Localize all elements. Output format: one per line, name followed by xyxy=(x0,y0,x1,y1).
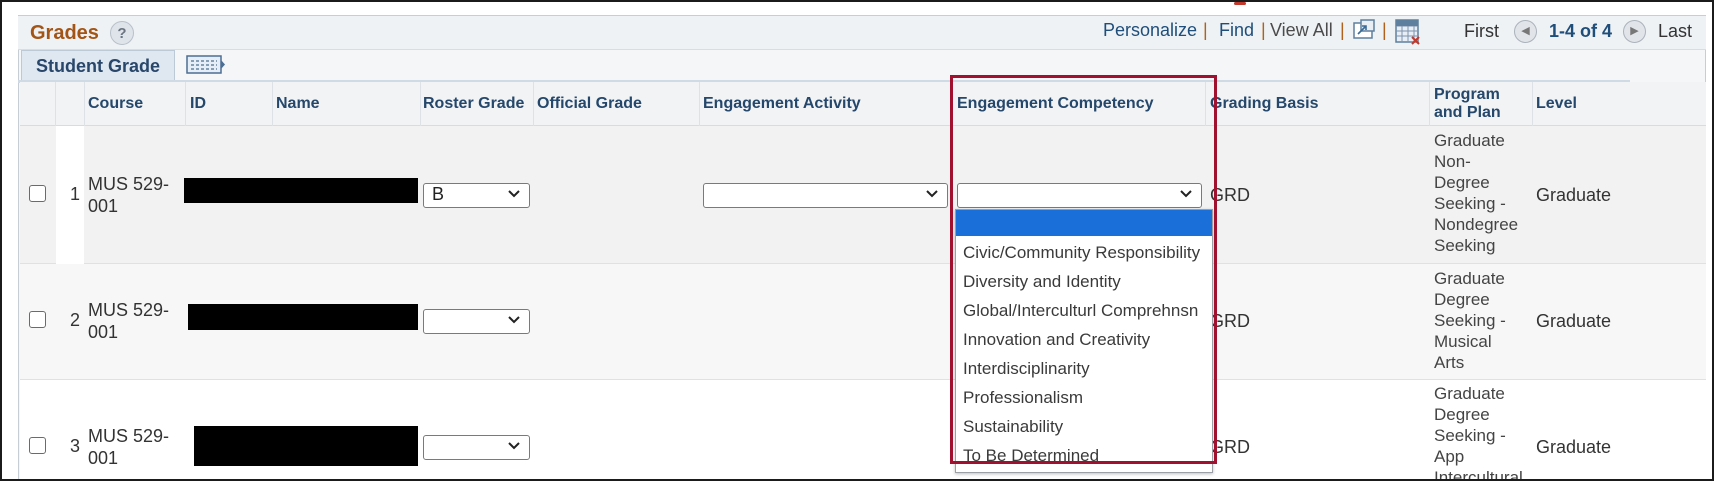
program-plan-cell: Graduate Degree Seeking - App Intercultu… xyxy=(1434,384,1523,481)
row-select-checkbox[interactable] xyxy=(29,185,46,202)
level-cell: Graduate xyxy=(1536,311,1612,331)
row-number: 1 xyxy=(70,184,81,204)
chevron-down-icon xyxy=(508,190,520,198)
row-select-checkbox[interactable] xyxy=(29,437,46,454)
row-count: 1-4 of 4 xyxy=(1549,21,1613,41)
column-header-roster-grade[interactable]: Roster Grade xyxy=(423,95,524,113)
column-header-grading-basis[interactable]: Grading Basis xyxy=(1210,95,1318,113)
roster-grade-value: B xyxy=(432,184,445,204)
toolbar-separator: | xyxy=(1261,20,1266,40)
course-cell: MUS 529- 001 xyxy=(88,426,170,468)
toolbar-separator: | xyxy=(1340,20,1345,40)
engagement-activity-select[interactable] xyxy=(703,183,948,208)
dropdown-option[interactable]: Sustainability xyxy=(963,417,1063,437)
grid-title: Grades xyxy=(30,22,99,44)
column-header-official-grade[interactable]: Official Grade xyxy=(537,95,642,113)
column-header-engagement-activity[interactable]: Engagement Activity xyxy=(703,95,861,113)
course-cell: MUS 529- 001 xyxy=(88,300,170,342)
row-number: 2 xyxy=(70,310,81,330)
column-header-course[interactable]: Course xyxy=(88,95,143,113)
dropdown-option[interactable]: To Be Determined xyxy=(963,446,1099,466)
tab-student-grade[interactable]: Student Grade xyxy=(21,50,175,81)
roster-grade-select[interactable] xyxy=(423,435,530,460)
dropdown-option-blank[interactable] xyxy=(956,210,1212,236)
chevron-down-icon xyxy=(926,190,938,198)
column-header-engagement-competency[interactable]: Engagement Competency xyxy=(957,95,1153,113)
redacted-id-name xyxy=(188,304,418,330)
redacted-id-name xyxy=(184,178,418,203)
roster-grade-select[interactable]: B xyxy=(423,183,530,208)
course-cell: MUS 529- 001 xyxy=(88,174,170,216)
chevron-down-icon xyxy=(1180,190,1192,198)
view-all-link[interactable]: View All xyxy=(1270,20,1333,41)
roster-grade-select[interactable] xyxy=(423,309,530,334)
column-header-program-plan[interactable]: Program and Plan xyxy=(1434,86,1501,122)
top-edge xyxy=(2,2,1712,12)
dropdown-option[interactable]: Innovation and Creativity xyxy=(963,330,1150,350)
column-header-level[interactable]: Level xyxy=(1536,95,1577,113)
chevron-down-icon xyxy=(508,442,520,450)
level-cell: Graduate xyxy=(1536,185,1612,205)
dropdown-option[interactable]: Interdisciplinarity xyxy=(963,359,1090,379)
engagement-competency-dropdown-list: Civic/Community Responsibility Diversity… xyxy=(955,209,1213,473)
row-number: 3 xyxy=(70,436,81,456)
dropdown-option[interactable]: Civic/Community Responsibility xyxy=(963,243,1200,263)
find-link[interactable]: Find xyxy=(1219,20,1254,41)
red-mark xyxy=(1234,2,1246,5)
toolbar-separator: | xyxy=(1203,20,1208,40)
chevron-down-icon xyxy=(508,316,520,324)
previous-arrow-icon[interactable]: ◀ xyxy=(1514,20,1537,43)
personalize-link[interactable]: Personalize xyxy=(1103,20,1197,41)
row-select-checkbox[interactable] xyxy=(29,311,46,328)
column-header-id[interactable]: ID xyxy=(190,95,206,113)
download-grid-icon[interactable] xyxy=(1395,19,1421,50)
grading-basis-cell: GRD xyxy=(1210,437,1250,457)
program-plan-cell: Graduate Non- Degree Seeking - Nondegree… xyxy=(1434,131,1519,255)
next-arrow-icon[interactable]: ▶ xyxy=(1623,20,1646,43)
column-header-name[interactable]: Name xyxy=(276,95,320,113)
last-link[interactable]: Last xyxy=(1658,21,1692,42)
dropdown-option[interactable]: Diversity and Identity xyxy=(963,272,1121,292)
level-cell: Graduate xyxy=(1536,437,1612,457)
toolbar-separator: | xyxy=(1382,20,1387,40)
program-plan-cell: Graduate Degree Seeking - Musical Arts xyxy=(1434,269,1506,372)
grading-basis-cell: GRD xyxy=(1210,311,1250,331)
grading-basis-cell: GRD xyxy=(1210,185,1250,205)
engagement-competency-select[interactable] xyxy=(957,183,1202,208)
dropdown-option[interactable]: Global/Interculturl Comprehnsn xyxy=(963,301,1198,321)
redacted-id-name xyxy=(194,426,418,466)
first-link[interactable]: First xyxy=(1464,21,1499,42)
help-icon[interactable]: ? xyxy=(110,21,134,45)
show-all-columns-icon[interactable] xyxy=(186,54,226,81)
grid-header-bar xyxy=(18,16,1706,50)
page-frame: Grades ? Personalize | Find | View All |… xyxy=(0,0,1714,481)
zoom-icon[interactable] xyxy=(1352,19,1376,46)
dropdown-option[interactable]: Professionalism xyxy=(963,388,1083,408)
